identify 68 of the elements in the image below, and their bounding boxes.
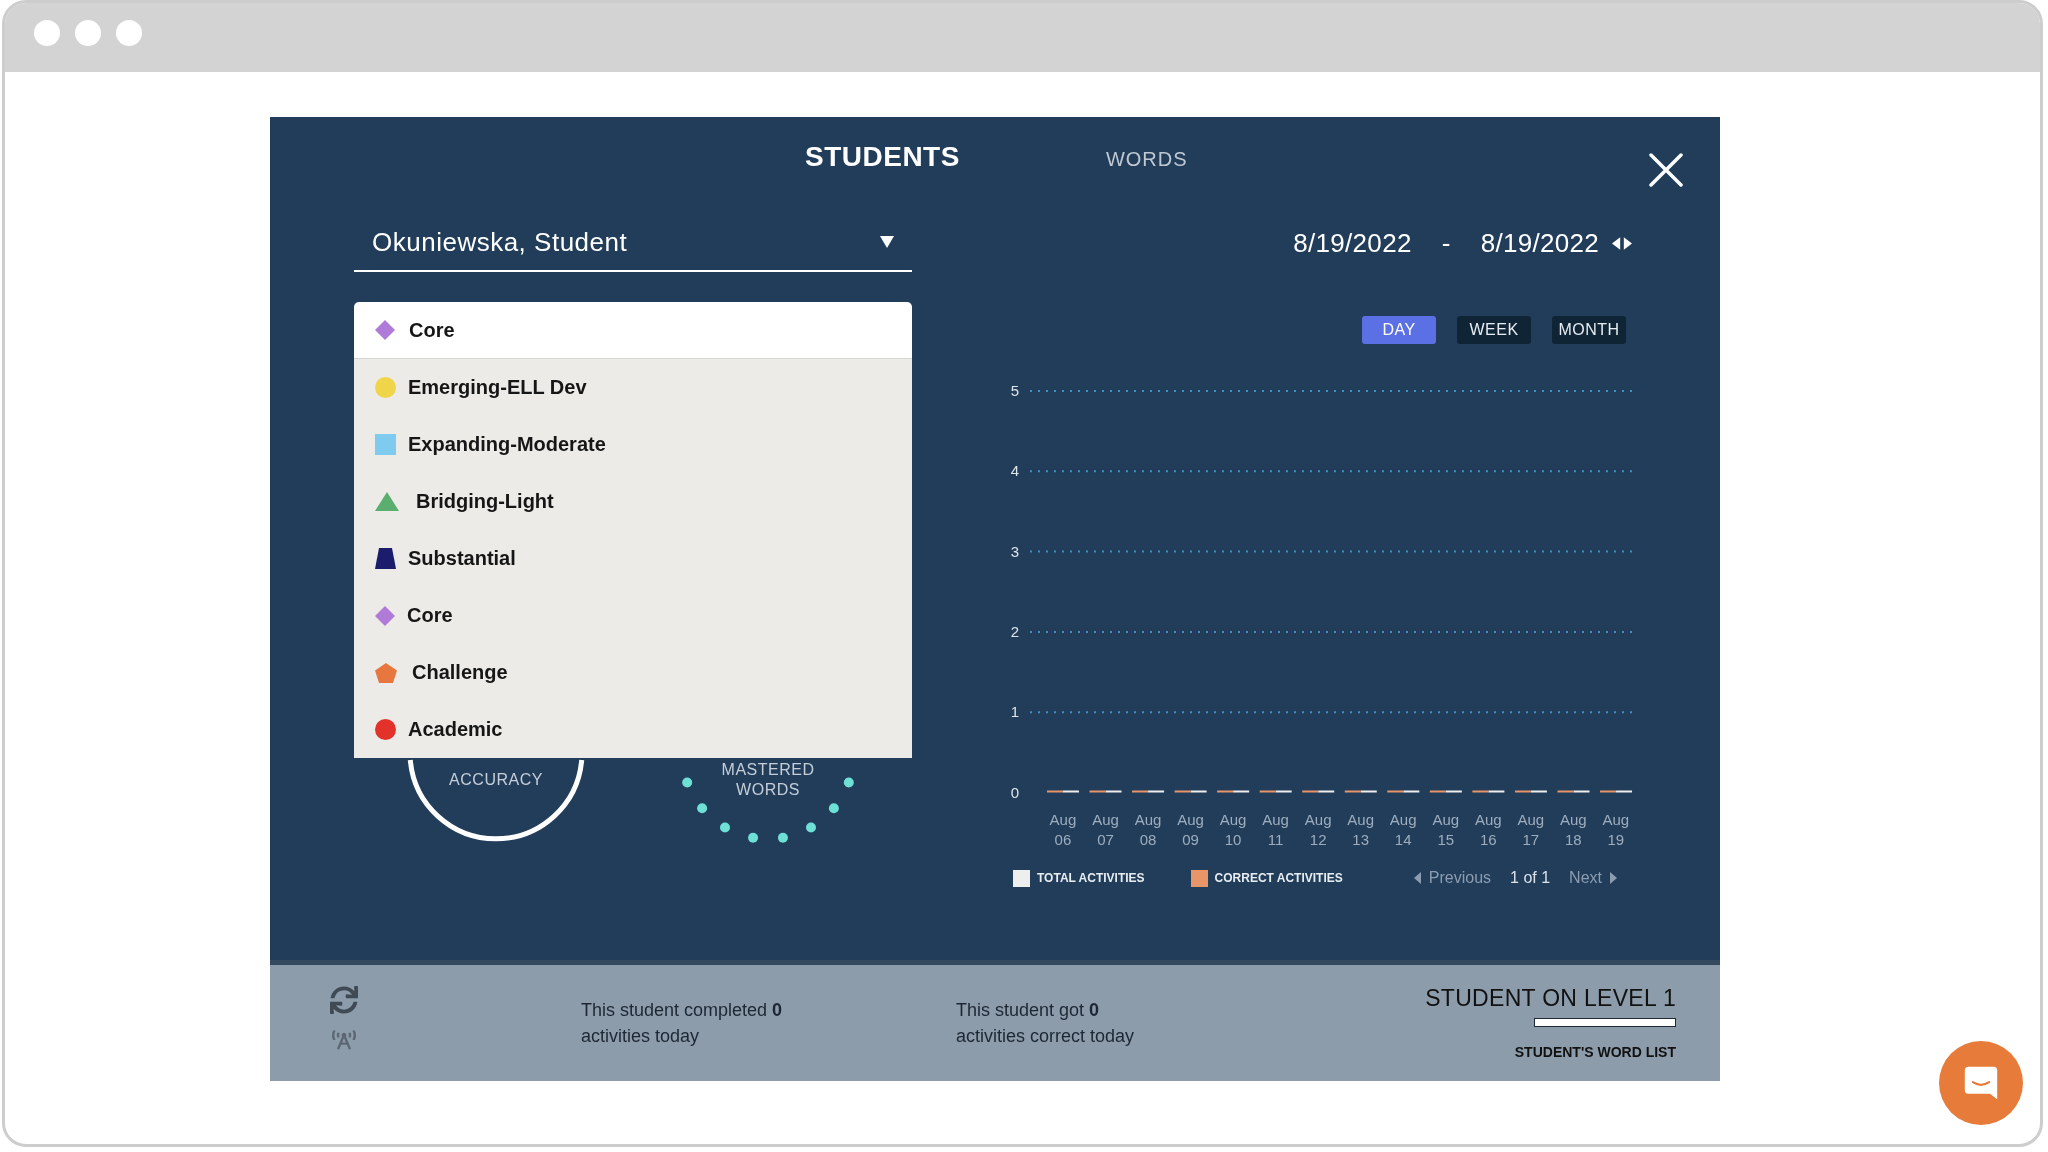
period-button[interactable]: MONTH bbox=[1552, 316, 1626, 344]
dropdown-option[interactable]: Substantial bbox=[354, 530, 912, 587]
caret-down-icon bbox=[880, 236, 894, 248]
progress-dot bbox=[777, 832, 788, 843]
x-axis-label: Aug 08 bbox=[1133, 810, 1163, 850]
x-axis-label: Aug 10 bbox=[1218, 810, 1248, 850]
start-date[interactable]: 8/19/2022 bbox=[1293, 227, 1412, 259]
x-axis-label: Aug 16 bbox=[1473, 810, 1503, 850]
tab[interactable]: STUDENTS bbox=[805, 140, 960, 174]
refresh-icon[interactable] bbox=[330, 986, 358, 1014]
dropdown-option[interactable]: Emerging-ELL Dev bbox=[354, 359, 912, 416]
dropdown-option[interactable]: Academic bbox=[354, 701, 912, 758]
y-axis-label: 0 bbox=[1010, 783, 1020, 798]
antenna-icon[interactable] bbox=[332, 1028, 356, 1052]
x-axis-label: Aug 11 bbox=[1261, 810, 1290, 850]
progress-dot bbox=[843, 777, 854, 788]
dropdown-option[interactable]: Expanding-Moderate bbox=[354, 416, 912, 473]
summary-text: This student got 0 activities correct today bbox=[956, 999, 1135, 1048]
dropdown-option[interactable]: Bridging-Light bbox=[354, 473, 912, 530]
y-axis-label: 4 bbox=[1010, 462, 1020, 480]
date-separator: - bbox=[1441, 227, 1451, 259]
student-select[interactable]: Okuniewska, Student bbox=[354, 214, 912, 272]
window-control-icon[interactable] bbox=[116, 20, 142, 46]
y-axis-label: 5 bbox=[1010, 382, 1020, 399]
legend-label: TOTAL ACTIVITIES bbox=[1037, 871, 1145, 885]
progress-dot bbox=[720, 822, 730, 833]
gauge-label: ACCURACY bbox=[449, 770, 543, 790]
dropdown-option[interactable]: Challenge bbox=[354, 644, 912, 701]
legend-label: CORRECT ACTIVITIES bbox=[1214, 871, 1343, 885]
left-right-arrows-icon[interactable] bbox=[1612, 236, 1632, 250]
level-select[interactable]: Core bbox=[354, 302, 912, 359]
word-list-link[interactable]: STUDENT'S WORD LIST bbox=[1514, 1043, 1676, 1061]
next-button[interactable]: Next bbox=[1569, 869, 1617, 887]
x-axis-label: Aug 14 bbox=[1388, 810, 1418, 850]
x-axis-label: Aug 17 bbox=[1516, 810, 1546, 850]
x-axis-label: Aug 18 bbox=[1558, 810, 1588, 850]
x-axis-label: Aug 07 bbox=[1091, 810, 1120, 850]
progress-dot bbox=[697, 803, 708, 814]
summary-text: This student completed 0 activities today bbox=[581, 999, 783, 1048]
progress-dot bbox=[682, 777, 693, 788]
progress-dot bbox=[748, 832, 759, 843]
y-axis-label: 3 bbox=[1010, 542, 1020, 560]
level-title: STUDENT ON LEVEL 1 bbox=[1425, 984, 1676, 1012]
caret-left-icon bbox=[1413, 872, 1421, 884]
window-control-icon[interactable] bbox=[34, 20, 60, 46]
end-date[interactable]: 8/19/2022 bbox=[1480, 227, 1599, 259]
close-icon bbox=[1649, 153, 1683, 187]
x-axis-label: Aug 12 bbox=[1303, 810, 1333, 850]
page-indicator: 1 of 1 bbox=[1510, 869, 1551, 887]
period-button[interactable]: WEEK bbox=[1457, 316, 1531, 344]
y-axis-label: 2 bbox=[1010, 622, 1020, 640]
close-button[interactable] bbox=[1649, 153, 1683, 187]
period-button[interactable]: DAY bbox=[1362, 316, 1436, 344]
x-axis-label: Aug 09 bbox=[1176, 810, 1205, 850]
gauge-label: MASTERED WORDS bbox=[720, 760, 816, 800]
previous-button[interactable]: Previous bbox=[1413, 869, 1492, 887]
x-axis-label: Aug 19 bbox=[1601, 810, 1631, 850]
x-axis-label: Aug 06 bbox=[1048, 810, 1078, 850]
progress-dot bbox=[806, 822, 816, 833]
tab[interactable]: WORDS bbox=[1105, 142, 1188, 176]
x-axis-label: Aug 15 bbox=[1431, 810, 1461, 850]
progress-dot bbox=[828, 803, 839, 814]
x-axis-label: Aug 13 bbox=[1346, 810, 1375, 850]
window-control-icon[interactable] bbox=[75, 20, 101, 46]
dropdown-option[interactable]: Core bbox=[354, 587, 912, 644]
chat-bubble-icon bbox=[1963, 1065, 1999, 1101]
y-axis-label: 1 bbox=[1010, 703, 1020, 721]
caret-right-icon bbox=[1610, 872, 1617, 884]
